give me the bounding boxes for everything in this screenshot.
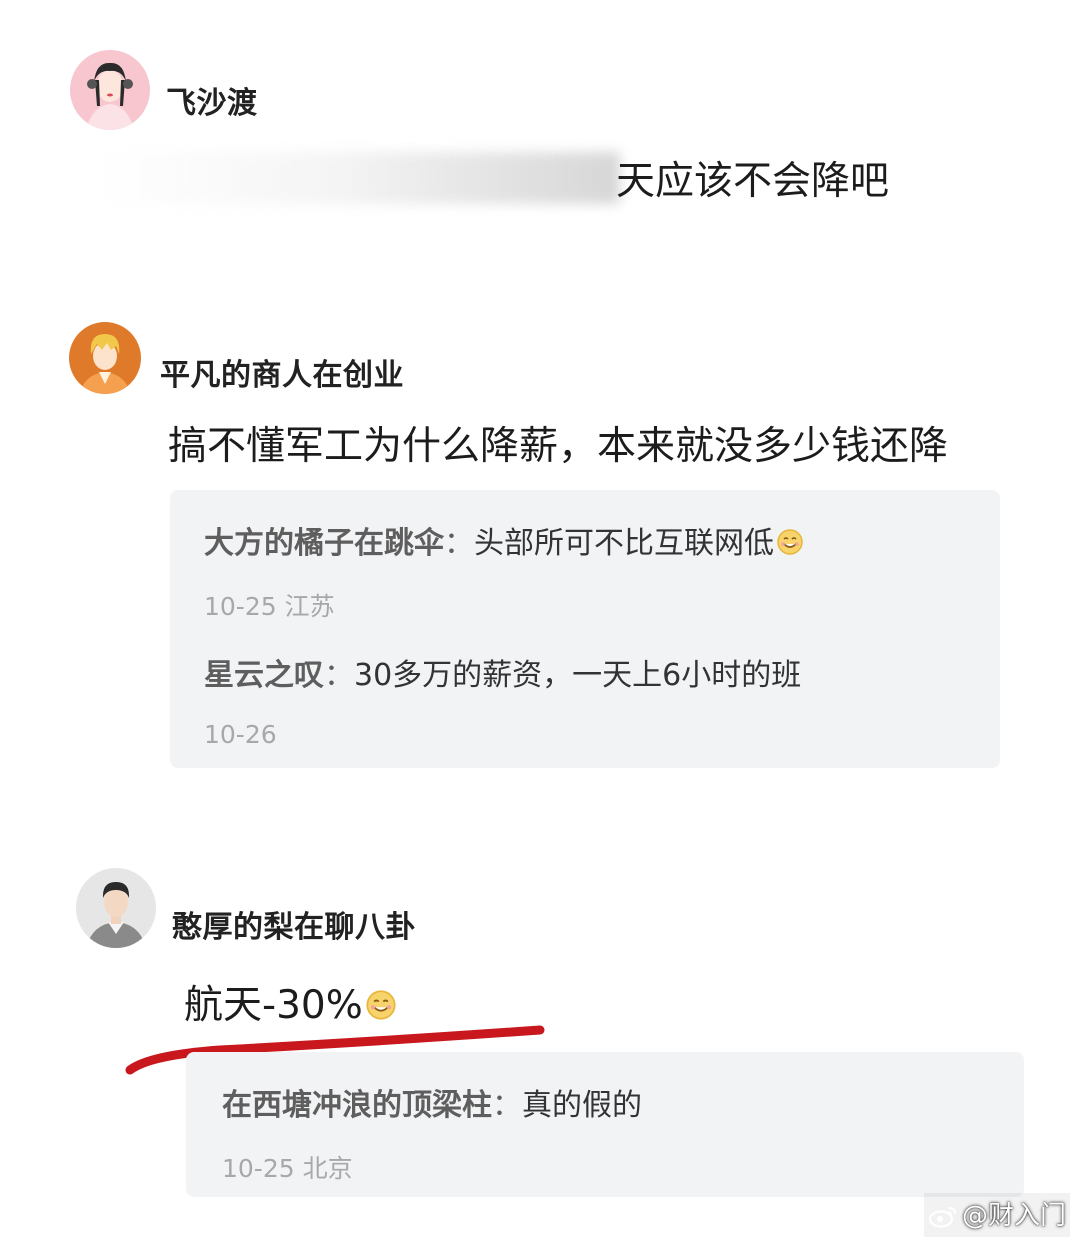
comment-text: 天应该不会降吧 [616,159,890,204]
reply-item: 在西塘冲浪的顶梁柱：真的假的 [222,1088,642,1123]
reply-item: 星云之叹：30多万的薪资，一天上6小时的班 [204,658,802,693]
watermark: @财入门 [923,1193,1070,1237]
reply-author[interactable]: 在西塘冲浪的顶梁柱 [222,1088,492,1123]
reply-meta: 10-26 [204,720,277,749]
reply-item: 大方的橘子在跳伞：头部所可不比互联网低 [204,518,804,562]
reply-thread[interactable]: 大方的橘子在跳伞：头部所可不比互联网低 10-25 江苏 星云之叹：30多万的薪… [170,490,1000,768]
smile-emoji-icon [365,986,397,1020]
comment-text: 搞不懂军工为什么降薪，本来就没多少钱还降 [168,424,949,469]
comment-item: 憨厚的梨在聊八卦 航天-30% 在西塘冲浪的顶梁柱：真的假的 10-25 北京 [0,860,1080,1205]
reply-text: 头部所可不比互联网低 [474,526,774,561]
reply-thread[interactable]: 在西塘冲浪的顶梁柱：真的假的 10-25 北京 [186,1052,1024,1197]
reply-text: 30多万的薪资，一天上6小时的班 [354,658,802,693]
comment-item: 飞沙渡 天应该不会降吧 [0,0,1080,260]
smile-emoji-icon [776,528,804,556]
weibo-icon [928,1204,958,1235]
user-avatar[interactable] [76,868,156,948]
reply-meta: 10-25 北京 [222,1154,353,1183]
comment-username[interactable]: 憨厚的梨在聊八卦 [172,902,416,946]
comment-item: 平凡的商人在创业 搞不懂军工为什么降薪，本来就没多少钱还降 大方的橘子在跳伞：头… [0,300,1080,780]
reply-author[interactable]: 大方的橘子在跳伞 [204,526,444,561]
comment-username[interactable]: 飞沙渡 [166,78,258,122]
watermark-text: @财入门 [961,1201,1066,1231]
reply-meta: 10-25 江苏 [204,592,335,621]
user-avatar[interactable] [69,322,141,394]
user-avatar[interactable] [70,50,150,130]
reply-author[interactable]: 星云之叹 [204,658,324,693]
reply-text: 真的假的 [522,1088,642,1123]
obscured-text-overlay [95,152,620,204]
comment-username[interactable]: 平凡的商人在创业 [160,350,404,394]
